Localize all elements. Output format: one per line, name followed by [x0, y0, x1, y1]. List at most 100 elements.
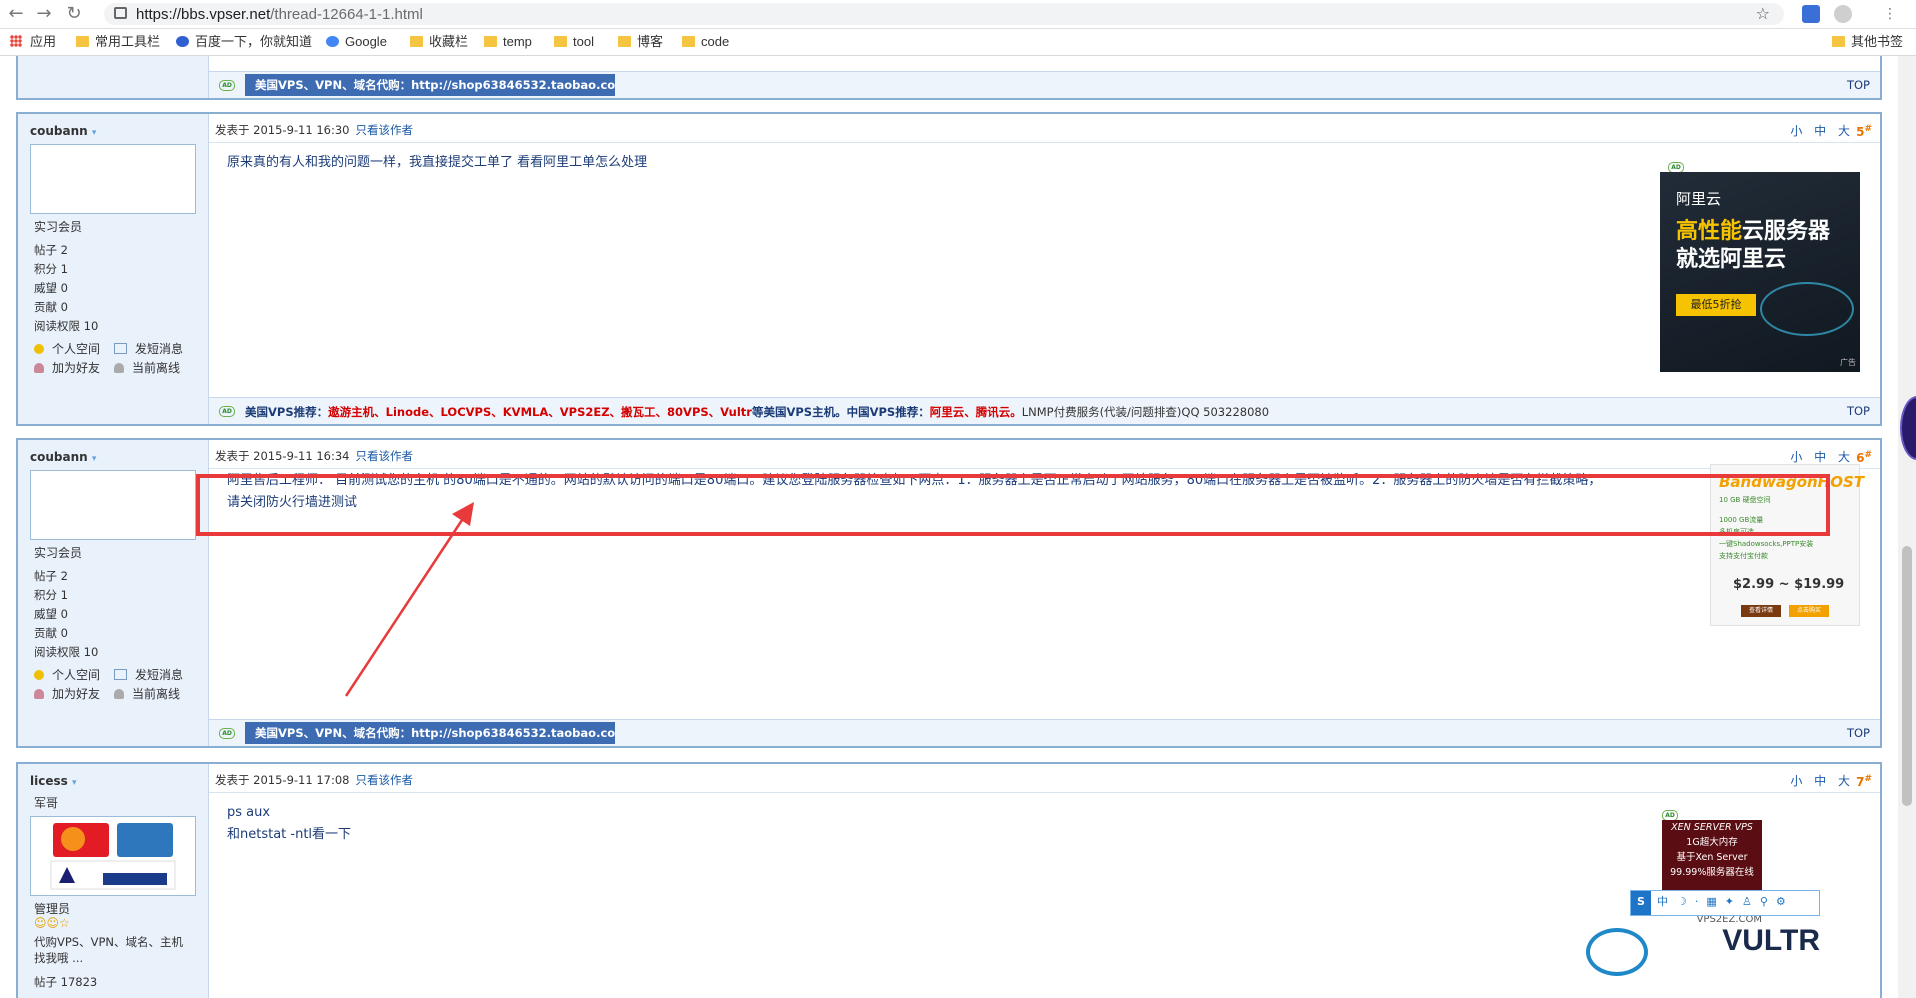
bwh-buy-button[interactable]: 点击购买 — [1789, 605, 1829, 617]
bookmark-baidu[interactable]: 百度一下，你就知道 — [176, 34, 312, 50]
ime-toolbar[interactable]: S 中 ☽·▦✦♙⚲⚙ — [1630, 890, 1820, 916]
scrollbar-thumb[interactable] — [1902, 546, 1912, 806]
bookmark-apps[interactable]: 应用 — [10, 34, 56, 50]
user-stat: 贡献 0 — [34, 300, 68, 314]
user-rank: 管理员 — [34, 902, 71, 916]
only-author-link[interactable]: 只看该作者 — [355, 449, 413, 463]
author-sidebar — [18, 56, 209, 98]
caret-down-icon: ▾ — [91, 454, 97, 464]
divider — [209, 142, 1880, 143]
us-vps-links[interactable]: 遨游主机、Linode、LOCVPS、KVMLA、VPS2EZ、搬瓦工、80VP… — [328, 405, 752, 419]
extension-icon[interactable] — [1834, 5, 1852, 23]
forward-icon[interactable]: → — [34, 4, 54, 24]
rank-stars-icon: ☺☺☆ — [34, 916, 70, 930]
post-footer-bar: AD 美国VPS、VPN、域名代购：http://shop63846532.ta… — [209, 71, 1880, 98]
user-stat: 积分 1 — [34, 588, 68, 602]
user-rank: 实习会员 — [34, 546, 83, 560]
user-stat: 帖子 2 — [34, 569, 68, 583]
user-stat: 积分 1 — [34, 262, 68, 276]
floor-number: 5# — [1856, 124, 1872, 139]
top-link[interactable]: TOP — [1847, 78, 1870, 92]
font-size-switch[interactable]: 小 中 大 — [1790, 448, 1854, 465]
address-bar[interactable]: https://bbs.vpser.net/thread-12664-1-1.h… — [104, 3, 1784, 25]
ime-mode[interactable]: 中 — [1657, 891, 1668, 913]
menu-icon[interactable]: ⋮ — [1880, 4, 1900, 24]
sogou-ime-icon[interactable]: S — [1631, 891, 1651, 915]
offline-icon — [114, 689, 124, 699]
user-stat: 贡献 0 — [34, 626, 68, 640]
space-icon — [34, 344, 44, 354]
font-size-switch[interactable]: 小 中 大 — [1790, 122, 1854, 139]
folder-icon — [76, 36, 89, 47]
top-link[interactable]: TOP — [1847, 726, 1870, 740]
add-friend-link[interactable]: 加为好友 — [34, 359, 100, 376]
user-stat: 阅读权限 10 — [34, 645, 99, 659]
post-footer-bar: AD 美国VPS、VPN、域名代购：http://shop63846532.ta… — [209, 719, 1880, 746]
avatar[interactable] — [30, 470, 196, 540]
ad-banner-link[interactable]: 美国VPS、VPN、域名代购：http://shop63846532.taoba… — [245, 722, 615, 744]
vultr-logo-icon — [1586, 928, 1648, 976]
user-title: 军哥 — [34, 796, 59, 810]
user-stat: 帖子 2 — [34, 243, 68, 257]
send-message-link[interactable]: 发短消息 — [114, 340, 183, 357]
vultr-ad[interactable]: VULTR — [1722, 924, 1820, 958]
only-author-link[interactable]: 只看该作者 — [355, 773, 413, 787]
reload-icon[interactable]: ↻ — [64, 4, 84, 24]
aliyun-cta-button[interactable]: 最低5折抢 — [1676, 294, 1756, 316]
bwh-price: $2.99 ~ $19.99 — [1733, 577, 1845, 592]
author-sidebar: coubann ▾ 实习会员 帖子 2 积分 1 威望 0 贡献 0 阅读权限 … — [18, 440, 209, 746]
username[interactable]: coubann ▾ — [30, 450, 96, 464]
page-scrollbar[interactable] — [1898, 56, 1916, 998]
bookmark-folder[interactable]: code — [682, 34, 729, 50]
offline-icon — [114, 363, 124, 373]
post-content: 原来真的有人和我的问题一样，我直接提交工单了 看看阿里工单怎么处理 — [227, 155, 648, 170]
avatar[interactable] — [30, 816, 196, 896]
send-message-link[interactable]: 发短消息 — [114, 666, 183, 683]
url-text: https://bbs.vpser.net/thread-12664-1-1.h… — [136, 6, 423, 23]
bwh-feature: 一键Shadowsocks,PPTP安装 — [1719, 540, 1814, 548]
bwh-details-button[interactable]: 查看详情 — [1741, 605, 1781, 617]
username[interactable]: coubann ▾ — [30, 124, 96, 138]
bookmark-folder[interactable]: tool — [554, 34, 594, 50]
personal-space-link[interactable]: 个人空间 — [34, 666, 100, 683]
translate-extension-icon[interactable] — [1802, 5, 1820, 23]
personal-space-link[interactable]: 个人空间 — [34, 340, 100, 357]
ime-tool-icons[interactable]: ☽·▦✦♙⚲⚙ — [1677, 891, 1794, 913]
bookmark-folder[interactable]: 收藏栏 — [410, 34, 468, 50]
caret-down-icon: ▾ — [71, 778, 77, 788]
aliyun-headline: 高性能云服务器 就选阿里云 — [1676, 219, 1831, 272]
folder-icon — [682, 36, 695, 47]
post-footer-previous: AD 美国VPS、VPN、域名代购：http://shop63846532.ta… — [16, 56, 1882, 100]
bookmark-google[interactable]: Google — [326, 34, 387, 50]
space-icon — [34, 670, 44, 680]
post-footer-bar: AD 美国VPS推荐：遨游主机、Linode、LOCVPS、KVMLA、VPS2… — [209, 397, 1880, 424]
bookmark-other[interactable]: 其他书签 — [1832, 34, 1903, 50]
online-status: 当前离线 — [114, 685, 180, 702]
avatar[interactable] — [30, 144, 196, 214]
ad-badge: AD — [219, 406, 235, 417]
bookmark-star-icon[interactable]: ☆ — [1756, 4, 1770, 23]
message-icon — [114, 343, 127, 354]
aliyun-ad[interactable]: 阿里云 高性能云服务器 就选阿里云 最低5折抢 广告 — [1660, 172, 1860, 372]
top-link[interactable]: TOP — [1847, 404, 1870, 418]
user-signature: 代购VPS、VPN、域名、主机 — [34, 935, 184, 949]
folder-icon — [554, 36, 567, 47]
user-stat: 帖子 17823 — [34, 975, 98, 989]
ad-banner-link[interactable]: 美国VPS、VPN、域名代购：http://shop63846532.taoba… — [245, 74, 615, 96]
ad-badge: AD — [219, 80, 235, 91]
floor-number: 6# — [1856, 450, 1872, 465]
back-icon[interactable]: ← — [6, 4, 26, 24]
user-signature: 找我哦 ... — [34, 951, 84, 965]
cn-vps-links[interactable]: 阿里云、腾讯云。 — [930, 405, 1022, 419]
add-friend-link[interactable]: 加为好友 — [34, 685, 100, 702]
author-sidebar: coubann ▾ 实习会员 帖子 2 积分 1 威望 0 贡献 0 阅读权限 … — [18, 114, 209, 424]
bookmark-folder[interactable]: temp — [484, 34, 532, 50]
folder-icon — [484, 36, 497, 47]
username[interactable]: licess ▾ — [30, 774, 76, 788]
bookmark-folder[interactable]: 博客 — [618, 34, 663, 50]
font-size-switch[interactable]: 小 中 大 — [1790, 772, 1854, 789]
vps-recommend-line: 美国VPS推荐：遨游主机、Linode、LOCVPS、KVMLA、VPS2EZ、… — [245, 405, 1270, 419]
only-author-link[interactable]: 只看该作者 — [355, 123, 413, 137]
apps-icon — [10, 35, 22, 47]
bookmark-folder[interactable]: 常用工具栏 — [76, 34, 160, 50]
